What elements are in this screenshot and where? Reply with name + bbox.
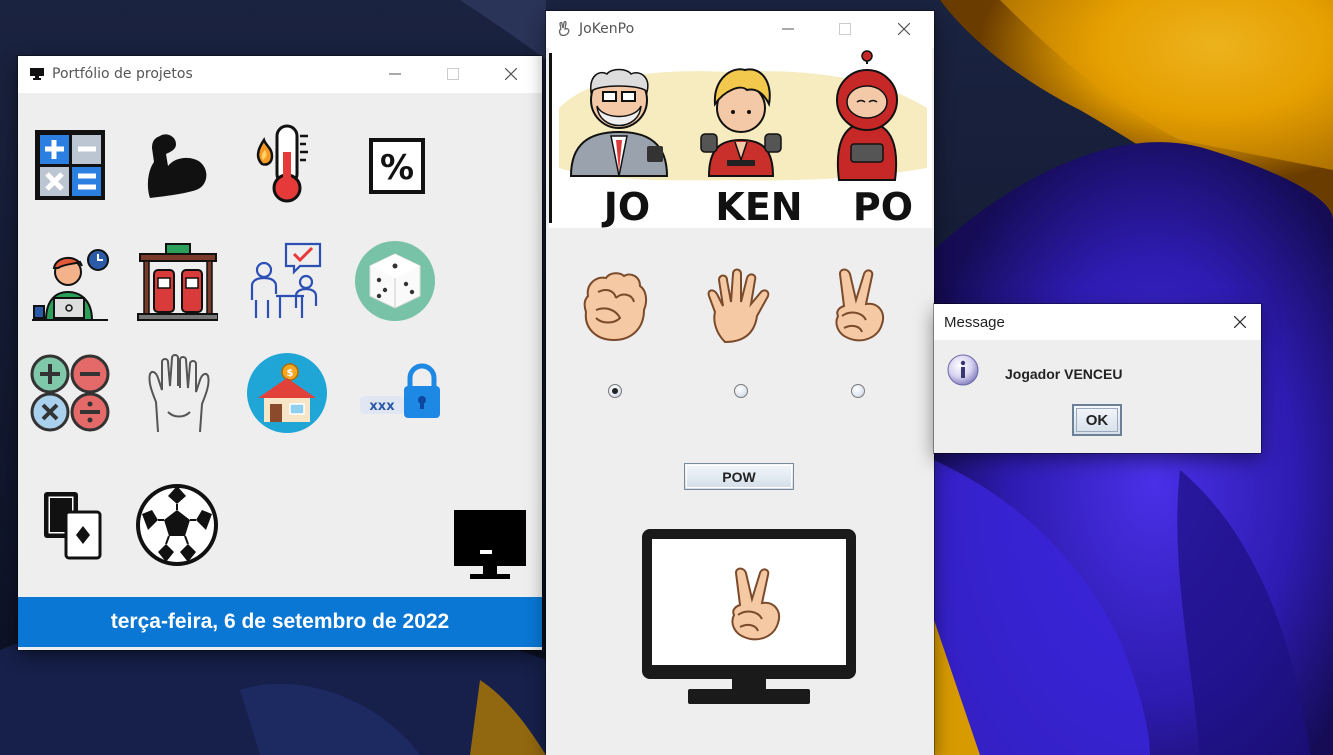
ok-button[interactable]: OK [1072, 404, 1122, 436]
maximize-icon [839, 23, 851, 35]
minimize-button[interactable] [765, 11, 811, 47]
radio-rock[interactable] [608, 384, 622, 398]
message-titlebar[interactable]: Message [934, 304, 1261, 340]
close-icon [505, 68, 517, 80]
percent-icon[interactable]: % [356, 126, 438, 208]
paper-hand-icon[interactable] [703, 266, 779, 346]
math-operations-icon[interactable] [28, 352, 110, 434]
close-button[interactable] [1217, 304, 1263, 340]
minimize-button[interactable] [372, 56, 418, 92]
date-bar: terça-feira, 6 de setembro de 2022 [18, 597, 542, 647]
maximize-button[interactable] [430, 56, 476, 92]
survey-meeting-icon[interactable] [246, 240, 328, 322]
banner-word-jo: JO [601, 185, 650, 228]
maximize-button[interactable] [822, 11, 868, 47]
date-label: terça-feira, 6 de setembro de 2022 [110, 610, 450, 633]
message-dialog: Message Jogador VENCEU OK [934, 304, 1261, 453]
message-text: Jogador VENCEU [1005, 366, 1123, 382]
jokenpo-window: JoKenPo JO KEN PO POW [546, 11, 934, 755]
info-icon [947, 354, 979, 386]
high-five-icon[interactable] [138, 352, 220, 434]
close-icon [898, 23, 910, 35]
svg-text:$: $ [287, 368, 294, 379]
fuel-station-icon[interactable] [136, 240, 218, 322]
minimize-icon [389, 73, 401, 75]
portfolio-window: Portfólio de projetos % $ xxx terça-feir… [18, 56, 542, 650]
window-bottom-edge [18, 647, 542, 650]
banner-word-ken: KEN [715, 185, 802, 228]
computer-choice-monitor [642, 529, 856, 704]
house-savings-icon[interactable]: $ [246, 352, 328, 434]
portfolio-titlebar[interactable]: Portfólio de projetos [18, 56, 542, 93]
dice-icon[interactable] [354, 240, 436, 322]
close-button[interactable] [488, 56, 534, 92]
window-title: Portfólio de projetos [52, 66, 193, 82]
radio-scissors[interactable] [851, 384, 865, 398]
svg-text:xxx: xxx [369, 399, 395, 414]
calculator-icon[interactable] [29, 126, 111, 208]
banner-word-po: PO [853, 185, 913, 228]
jokenpo-banner: JO KEN PO [549, 48, 932, 228]
close-button[interactable] [881, 11, 927, 47]
dialog-title: Message [944, 314, 1005, 331]
rock-hand-icon[interactable] [576, 266, 652, 346]
jokenpo-titlebar[interactable]: JoKenPo [546, 11, 934, 48]
fever-thermometer-icon[interactable] [242, 122, 324, 204]
monitor-icon[interactable] [450, 508, 532, 590]
minimize-icon [782, 28, 794, 30]
scissors-hand-app-icon [557, 20, 573, 41]
maximize-icon [447, 68, 459, 80]
password-lock-icon[interactable]: xxx [358, 358, 440, 440]
remote-worker-icon[interactable] [30, 242, 112, 324]
app-icon [30, 68, 44, 84]
pow-button[interactable]: POW [684, 463, 794, 490]
radio-paper[interactable] [734, 384, 748, 398]
scissors-hand-icon[interactable] [822, 266, 898, 346]
muscle-arm-icon[interactable] [136, 126, 218, 208]
window-title: JoKenPo [579, 21, 635, 37]
svg-text:%: % [380, 148, 414, 188]
close-icon [1234, 316, 1246, 328]
soccer-ball-icon[interactable] [136, 484, 218, 566]
card-game-icon[interactable] [32, 484, 114, 566]
